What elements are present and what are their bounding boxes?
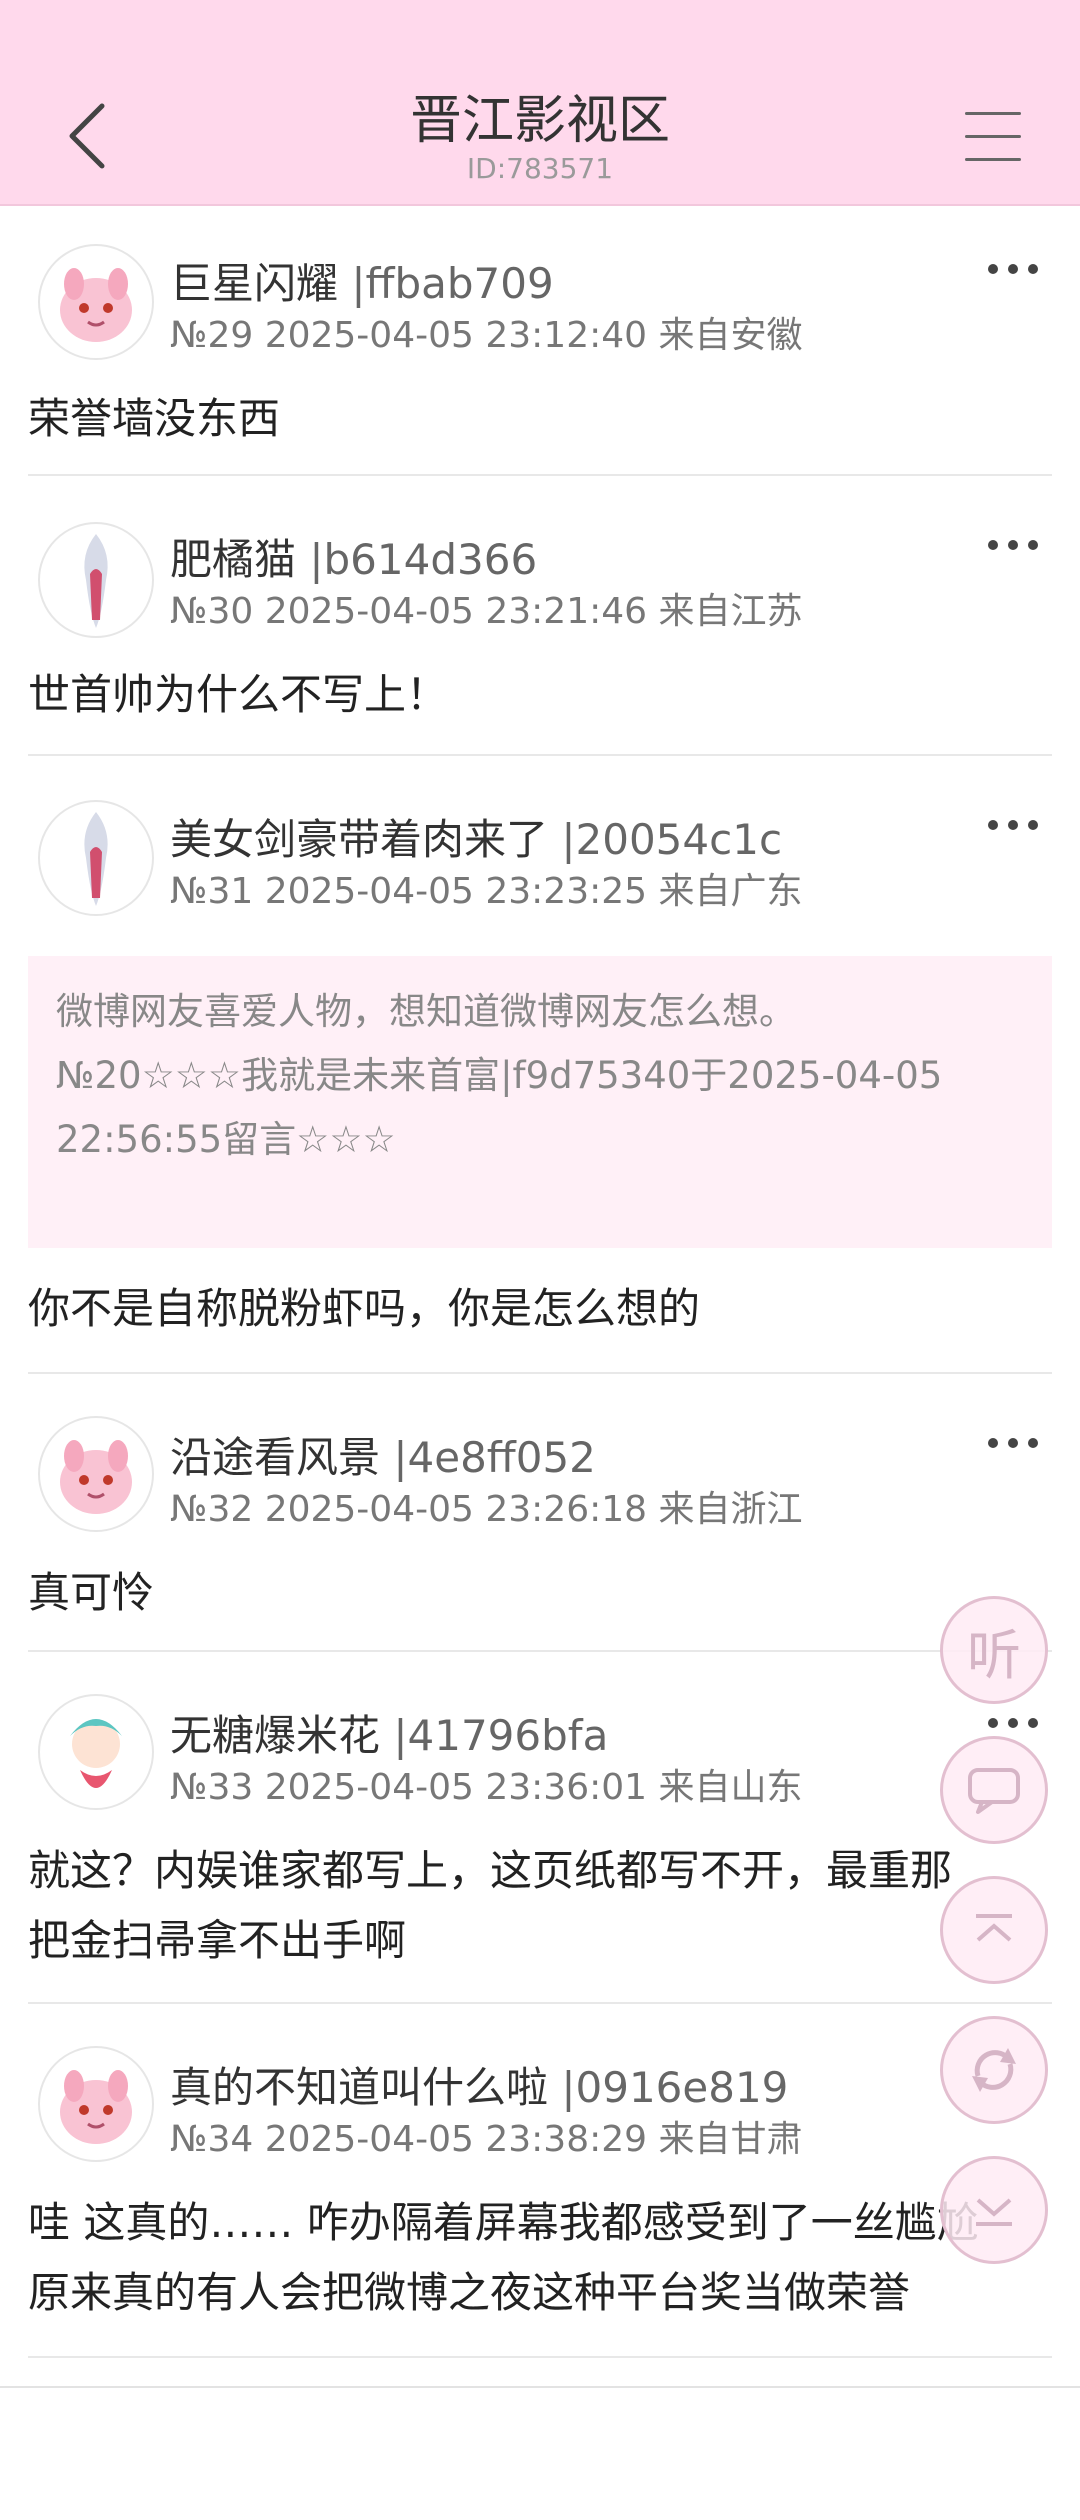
post-meta: №33 2025-04-05 23:36:01 来自山东: [170, 1767, 803, 1808]
username[interactable]: 美女剑豪带着肉来了 |20054c1c: [170, 806, 782, 867]
post-meta: №31 2025-04-05 23:23:25 来自广东: [170, 871, 803, 912]
username[interactable]: 巨星闪耀 |ffbab709: [170, 250, 554, 311]
username[interactable]: 无糖爆米花 |41796bfa: [170, 1702, 608, 1763]
quoted-reply[interactable]: 微博网友喜爱人物，想知道微博网友怎么想。 №20☆☆☆我就是未来首富|f9d75…: [28, 956, 1052, 1248]
top-bar: 晋江影视区 ID:783571: [0, 0, 1080, 206]
comment-icon: [968, 1768, 1020, 1814]
divider: [28, 1372, 1052, 1374]
post-meta: №29 2025-04-05 23:12:40 来自安徽: [170, 315, 803, 356]
post-item: 肥橘猫 |b614d366 №30 2025-04-05 23:21:46 来自…: [28, 480, 1052, 750]
post-content: 你不是自称脱粉虾吗，你是怎么想的: [28, 1284, 701, 1333]
post-content: 真可怜: [28, 1568, 155, 1617]
more-options-icon[interactable]: [988, 530, 1038, 560]
post-meta: №32 2025-04-05 23:26:18 来自浙江: [170, 1489, 803, 1530]
post-item: 巨星闪耀 |ffbab709 №29 2025-04-05 23:12:40 来…: [28, 204, 1052, 474]
divider: [28, 2356, 1052, 2358]
avatar[interactable]: [38, 1694, 154, 1810]
post-content: 世首帅为什么不写上！: [28, 670, 449, 719]
more-options-icon[interactable]: [988, 1708, 1038, 1738]
scroll-top-button[interactable]: [940, 1876, 1048, 1984]
avatar[interactable]: [38, 522, 154, 638]
refresh-icon: [972, 2048, 1016, 2092]
post-item: 沿途看风景 |4e8ff052 №32 2025-04-05 23:26:18 …: [28, 1378, 1052, 1648]
refresh-button[interactable]: [940, 2016, 1048, 2124]
page-title: 晋江影视区: [409, 91, 670, 151]
post-content: 荣誉墙没东西: [28, 394, 281, 443]
footer-divider: [0, 2386, 1080, 2388]
more-options-icon[interactable]: [988, 254, 1038, 284]
username[interactable]: 沿途看风景 |4e8ff052: [170, 1424, 596, 1485]
divider: [28, 754, 1052, 756]
post-item: 真的不知道叫什么啦 |0916e819 №34 2025-04-05 23:38…: [28, 2008, 1052, 2356]
post-meta: №34 2025-04-05 23:38:29 来自甘肃: [170, 2119, 803, 2160]
divider: [28, 474, 1052, 476]
username[interactable]: 肥橘猫 |b614d366: [170, 526, 537, 587]
post-content: 就这？内娱谁家都写上，这页纸都写不开，最重那 把金扫帚拿不出手啊: [28, 1846, 953, 1965]
username[interactable]: 真的不知道叫什么啦 |0916e819: [170, 2054, 788, 2115]
avatar[interactable]: [38, 244, 154, 360]
comment-button[interactable]: [940, 1736, 1048, 1844]
arrow-down-icon: [976, 2198, 1012, 2226]
more-options-icon[interactable]: [988, 1428, 1038, 1458]
scroll-bottom-button[interactable]: [940, 2156, 1048, 2264]
post-meta: №30 2025-04-05 23:21:46 来自江苏: [170, 591, 803, 632]
divider: [28, 2002, 1052, 2004]
arrow-up-icon: [976, 1914, 1012, 1942]
avatar[interactable]: [38, 2046, 154, 2162]
avatar[interactable]: [38, 1416, 154, 1532]
avatar[interactable]: [38, 800, 154, 916]
more-options-icon[interactable]: [988, 810, 1038, 840]
post-content: 哇 这真的…… 咋办隔着屏幕我都感受到了一丝尴尬 原来真的有人会把微博之夜这种平…: [28, 2198, 979, 2317]
listen-button[interactable]: 听: [940, 1596, 1048, 1704]
menu-icon[interactable]: [965, 112, 1025, 162]
divider: [28, 1650, 1052, 1652]
board-id: ID:783571: [466, 152, 614, 185]
post-item: 无糖爆米花 |41796bfa №33 2025-04-05 23:36:01 …: [28, 1656, 1052, 2002]
